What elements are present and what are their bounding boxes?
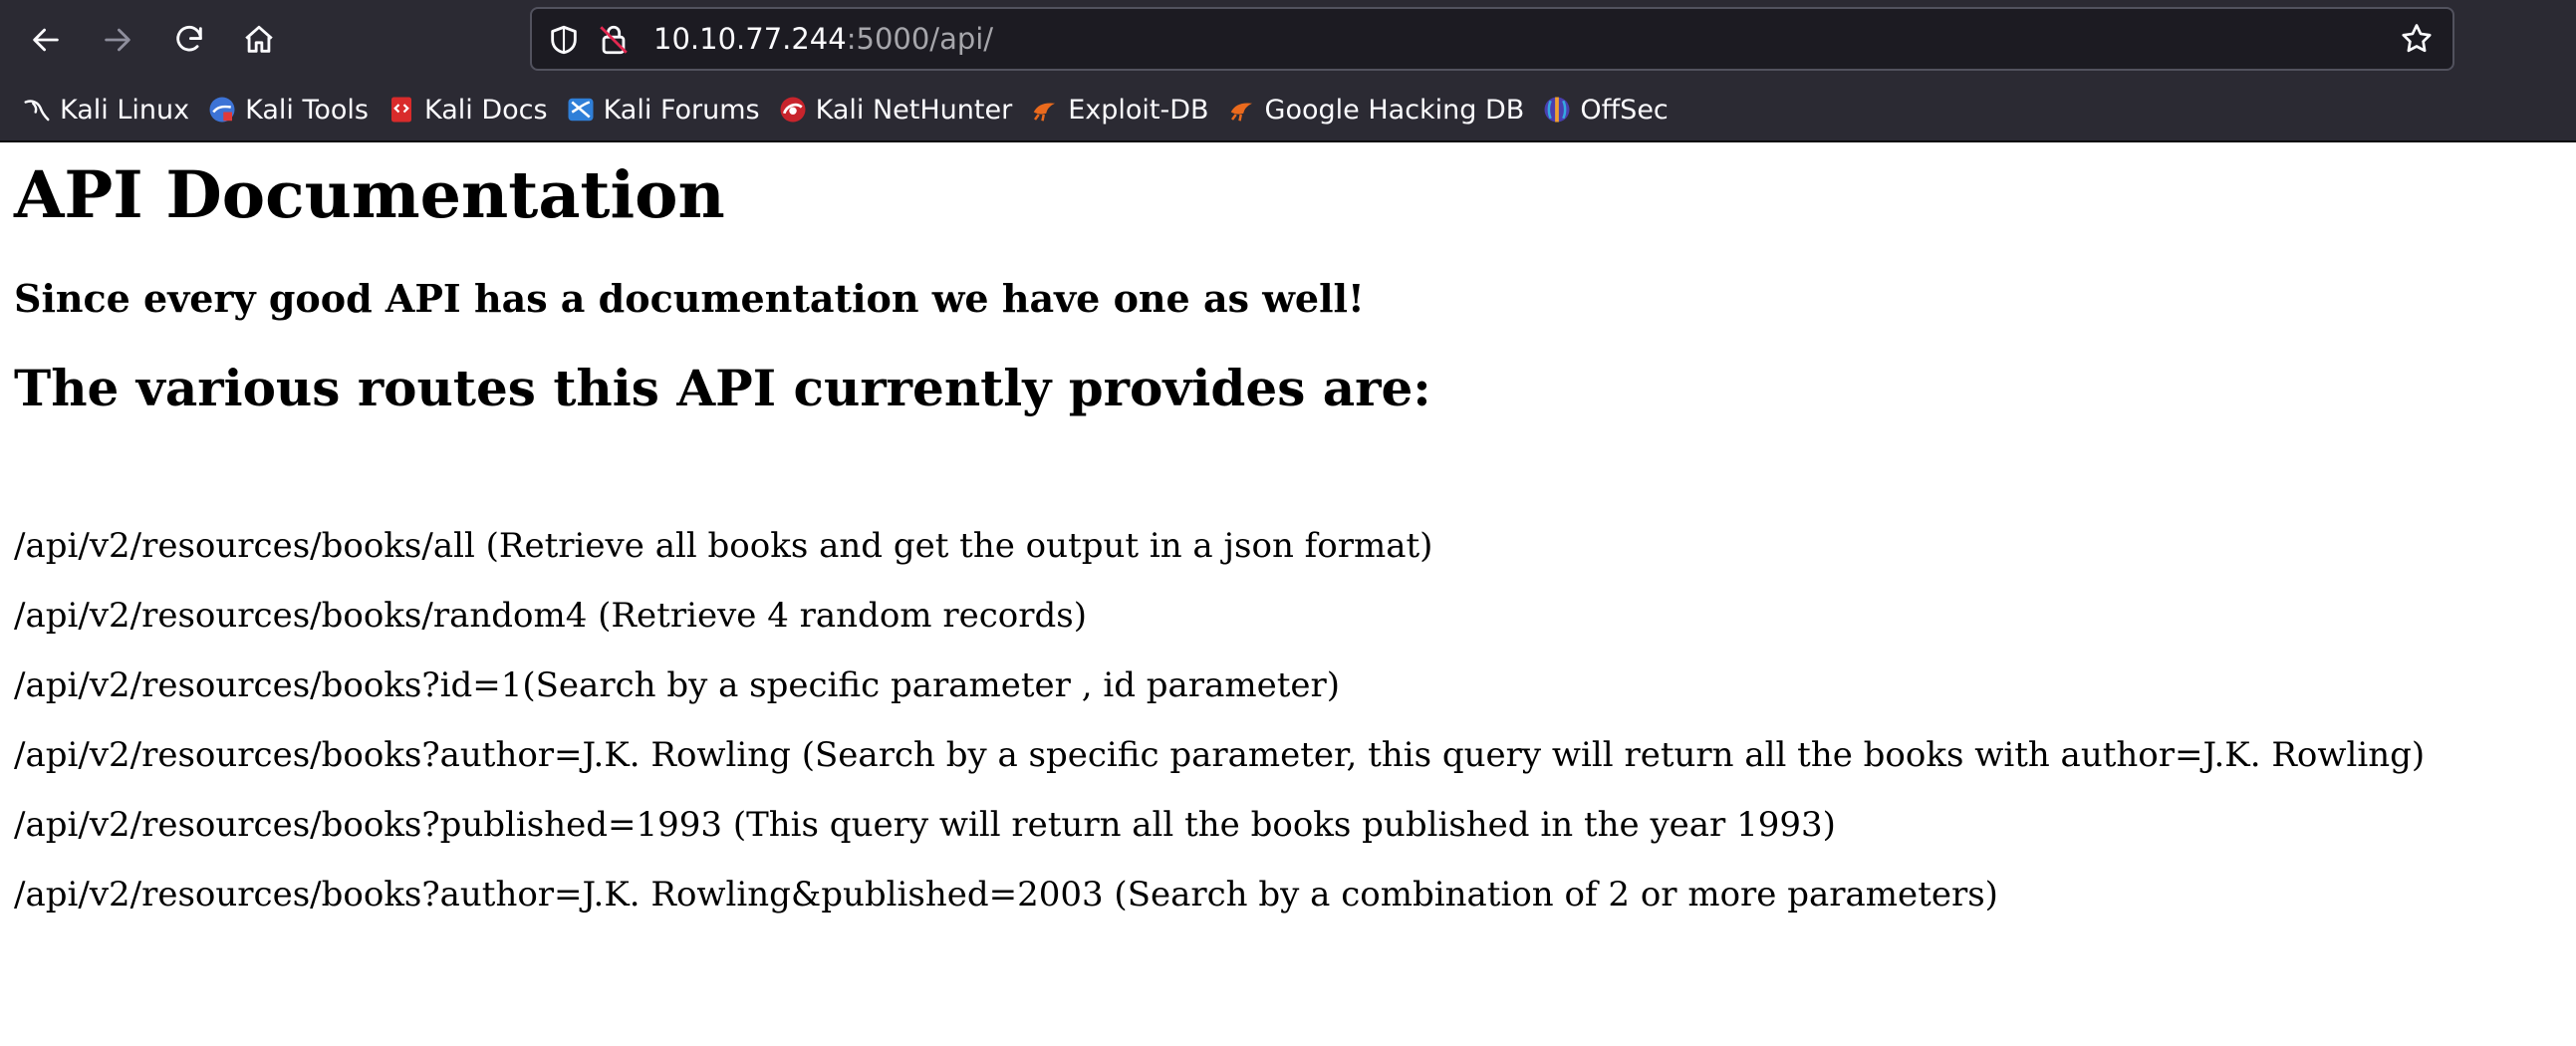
kali-dragon-icon <box>22 95 52 125</box>
route-item: /api/v2/resources/books?author=J.K. Rowl… <box>14 875 1998 915</box>
bookmark-label: Kali Forums <box>603 94 760 126</box>
url-path: :5000/api/ <box>846 22 994 56</box>
bookmark-google-hacking-db[interactable]: Google Hacking DB <box>1223 88 1535 131</box>
home-button[interactable] <box>231 12 287 68</box>
url-host: 10.10.77.244 <box>653 22 847 56</box>
reload-icon <box>176 26 202 52</box>
routes-list: /api/v2/resources/books/all (Retrieve al… <box>14 526 2425 944</box>
back-button[interactable] <box>18 12 74 68</box>
bookmark-label: Exploit-DB <box>1068 94 1209 126</box>
google-hacking-db-icon <box>1227 95 1257 125</box>
browser-toolbar: 10.10.77.244:5000/api/ Kali Linux Kali T… <box>0 0 2576 142</box>
bookmark-kali-forums[interactable]: Kali Forums <box>562 88 770 131</box>
bookmark-offsec[interactable]: OffSec <box>1538 88 1677 131</box>
bookmark-kali-tools[interactable]: Kali Tools <box>203 88 379 131</box>
kali-nethunter-icon <box>778 95 808 125</box>
address-bar[interactable]: 10.10.77.244:5000/api/ <box>530 7 2454 71</box>
kali-forums-icon <box>566 95 596 125</box>
bookmark-star-icon[interactable] <box>2399 21 2435 57</box>
reload-button[interactable] <box>161 12 217 68</box>
bookmark-label: Kali Tools <box>245 94 369 126</box>
bookmark-exploit-db[interactable]: Exploit-DB <box>1026 88 1218 131</box>
url-text[interactable]: 10.10.77.244:5000/api/ <box>653 9 993 69</box>
bookmark-label: Google Hacking DB <box>1264 94 1525 126</box>
bookmark-kali-linux[interactable]: Kali Linux <box>18 88 199 131</box>
bookmark-kali-docs[interactable]: Kali Docs <box>383 88 558 131</box>
shield-icon[interactable] <box>546 22 582 58</box>
home-icon <box>245 25 273 53</box>
route-item: /api/v2/resources/books/random4 (Retriev… <box>14 596 1087 636</box>
route-item: /api/v2/resources/books?published=1993 (… <box>14 805 1836 845</box>
arrow-right-icon <box>105 28 130 52</box>
bookmark-kali-nethunter[interactable]: Kali NetHunter <box>774 88 1023 131</box>
kali-docs-icon <box>386 95 416 125</box>
insecure-lock-icon[interactable] <box>596 22 632 58</box>
forward-button[interactable] <box>90 12 145 68</box>
offsec-icon <box>1542 95 1572 125</box>
bookmark-label: OffSec <box>1580 94 1669 126</box>
bookmark-label: Kali NetHunter <box>815 94 1013 126</box>
page-subtitle: Since every good API has a documentation… <box>14 276 1365 321</box>
page-title: API Documentation <box>14 157 725 233</box>
route-item: /api/v2/resources/books?author=J.K. Rowl… <box>14 735 2426 775</box>
bookmark-label: Kali Docs <box>423 94 548 126</box>
arrow-left-icon <box>33 28 59 52</box>
bookmarks-toolbar: Kali Linux Kali Tools Kali Docs Kali For… <box>0 86 2576 133</box>
exploit-db-icon <box>1030 95 1060 125</box>
route-item: /api/v2/resources/books?id=1(Search by a… <box>14 665 1340 705</box>
kali-tools-icon <box>207 95 237 125</box>
route-item: /api/v2/resources/books/all (Retrieve al… <box>14 526 1433 566</box>
page-content: API Documentation Since every good API h… <box>0 144 2576 1046</box>
routes-heading: The various routes this API currently pr… <box>14 359 1431 417</box>
bookmark-label: Kali Linux <box>60 94 190 126</box>
